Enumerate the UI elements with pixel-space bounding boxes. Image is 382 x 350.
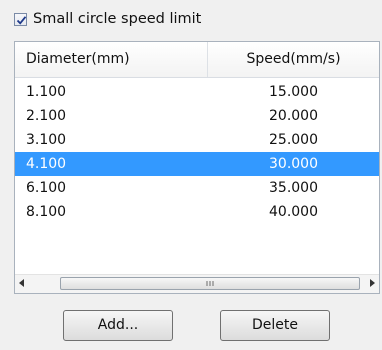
speed-cell: 30.000 (269, 156, 318, 172)
diameter-cell: 2.100 (26, 108, 67, 124)
diameter-cell: 1.100 (26, 84, 67, 100)
table-row[interactable]: 6.100 35.000 (15, 176, 379, 200)
checkmark-icon (16, 15, 27, 25)
speed-cell: 20.000 (269, 108, 318, 124)
diameter-cell: 6.100 (26, 180, 67, 196)
table-row[interactable]: 3.100 25.000 (15, 128, 379, 152)
diameter-cell: 4.100 (26, 156, 67, 172)
table-rows: 1.100 15.000 2.100 20.000 3.100 25.000 4… (15, 80, 379, 224)
scroll-left-arrow-icon[interactable] (19, 279, 24, 287)
table-row[interactable]: 2.100 20.000 (15, 104, 379, 128)
add-button[interactable]: Add... (63, 310, 173, 341)
grip-icon (206, 281, 214, 286)
table-row-selected[interactable]: 4.100 30.000 (15, 152, 379, 176)
table-row[interactable]: 1.100 15.000 (15, 80, 379, 104)
checkbox-label: Small circle speed limit (33, 11, 202, 27)
checkbox[interactable] (14, 12, 27, 26)
speed-cell: 40.000 (269, 204, 318, 220)
speed-cell: 15.000 (269, 84, 318, 100)
diameter-cell: 3.100 (26, 132, 67, 148)
speed-cell: 35.000 (269, 180, 318, 196)
speed-cell: 25.000 (269, 132, 318, 148)
horizontal-scrollbar[interactable] (15, 274, 379, 293)
scroll-right-arrow-icon[interactable] (370, 279, 375, 287)
column-header-speed[interactable]: Speed(mm/s) (208, 42, 379, 77)
small-circle-speed-limit-toggle[interactable]: Small circle speed limit (14, 9, 201, 29)
delete-button[interactable]: Delete (220, 310, 330, 341)
diameter-cell: 8.100 (26, 204, 67, 220)
table-row[interactable]: 8.100 40.000 (15, 200, 379, 224)
scrollbar-thumb[interactable] (60, 277, 360, 290)
table-header: Diameter(mm) Speed(mm/s) (15, 42, 379, 78)
speed-limit-table[interactable]: Diameter(mm) Speed(mm/s) 1.100 15.000 2.… (14, 41, 380, 294)
column-header-diameter[interactable]: Diameter(mm) (15, 42, 208, 77)
